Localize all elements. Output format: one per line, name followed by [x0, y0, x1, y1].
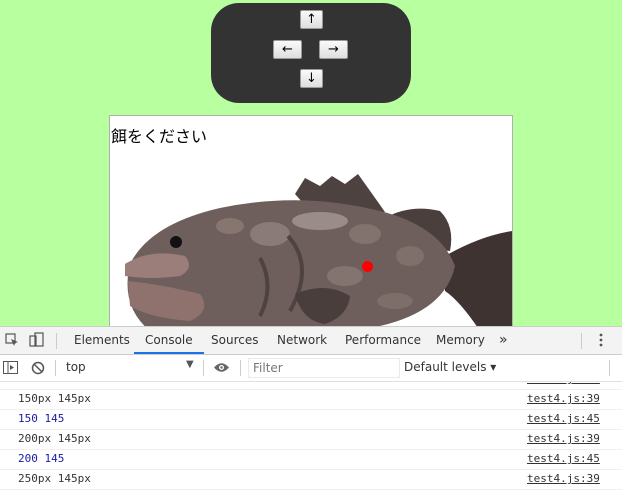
console-message: 150 145 [18, 412, 65, 425]
divider [240, 360, 241, 376]
console-row: 150px 145px test4.js:39 [0, 389, 622, 410]
console-row: 150 145 test4.js:45 [0, 409, 622, 430]
console-source-link[interactable]: test4.js:39 [527, 469, 600, 489]
food-dot [362, 261, 373, 272]
inspect-element-icon[interactable] [5, 333, 19, 350]
console-message: 150 145 [18, 382, 64, 389]
kebab-menu-icon[interactable] [597, 333, 605, 350]
divider [609, 360, 610, 376]
tab-elements[interactable]: Elements [74, 327, 130, 354]
console-row: 250px 145px test4.js:39 [0, 469, 622, 490]
console-toolbar: top ▼ Filter Default levels ▾ [0, 355, 622, 382]
right-button[interactable]: → [319, 40, 348, 59]
divider [56, 333, 57, 349]
device-toolbar-icon[interactable] [29, 332, 45, 351]
console-message: 200 145 [18, 452, 65, 465]
more-tabs-button[interactable]: » [499, 327, 508, 354]
tab-console[interactable]: Console [134, 327, 204, 354]
speech-text: 餌をください [111, 127, 208, 146]
left-button[interactable]: ← [273, 40, 302, 59]
fish-image [125, 174, 512, 331]
up-button[interactable]: ↑ [300, 10, 323, 29]
sidebar-toggle-icon[interactable] [3, 361, 18, 377]
tab-network[interactable]: Network [277, 327, 327, 354]
console-source-link[interactable]: test4.js:39 [527, 389, 600, 409]
console-source-link[interactable]: test4.js:45 [527, 449, 600, 469]
context-select-value[interactable]: top [66, 360, 86, 374]
console-row: 200 145 test4.js:45 [0, 449, 622, 470]
divider [581, 333, 582, 349]
console-log: 150 145 test4.js:45 150px 145px test4.js:39… [0, 382, 622, 490]
console-message: 200px 145px [18, 432, 91, 445]
console-message: 150px 145px [18, 392, 91, 405]
clear-console-icon[interactable] [31, 361, 45, 378]
eye-icon[interactable] [213, 362, 230, 376]
console-row: 200px 145px test4.js:39 [0, 429, 622, 450]
tab-performance[interactable]: Performance [345, 327, 421, 354]
game-stage: 餌をください [109, 115, 513, 332]
tab-sources[interactable]: Sources [211, 327, 258, 354]
console-filter-input[interactable]: Filter [248, 358, 400, 378]
divider [203, 360, 204, 376]
down-button[interactable]: ↓ [300, 69, 323, 88]
devtools-panel: Elements Console Sources Network Perform… [0, 326, 622, 490]
console-message: 250px 145px [18, 472, 91, 485]
console-source-link[interactable]: test4.js:45 [527, 409, 600, 429]
tab-memory[interactable]: Memory [436, 327, 485, 354]
devtools-tabbar: Elements Console Sources Network Perform… [0, 327, 622, 355]
console-source-link[interactable]: test4.js:39 [527, 429, 600, 449]
divider [55, 360, 56, 376]
dpad-panel: ↑ ← → ↓ [211, 3, 411, 103]
context-dropdown-icon[interactable]: ▼ [186, 359, 194, 370]
console-source-link[interactable]: test4.js:45 [527, 382, 600, 389]
log-levels-dropdown[interactable]: Default levels ▾ [404, 360, 496, 374]
